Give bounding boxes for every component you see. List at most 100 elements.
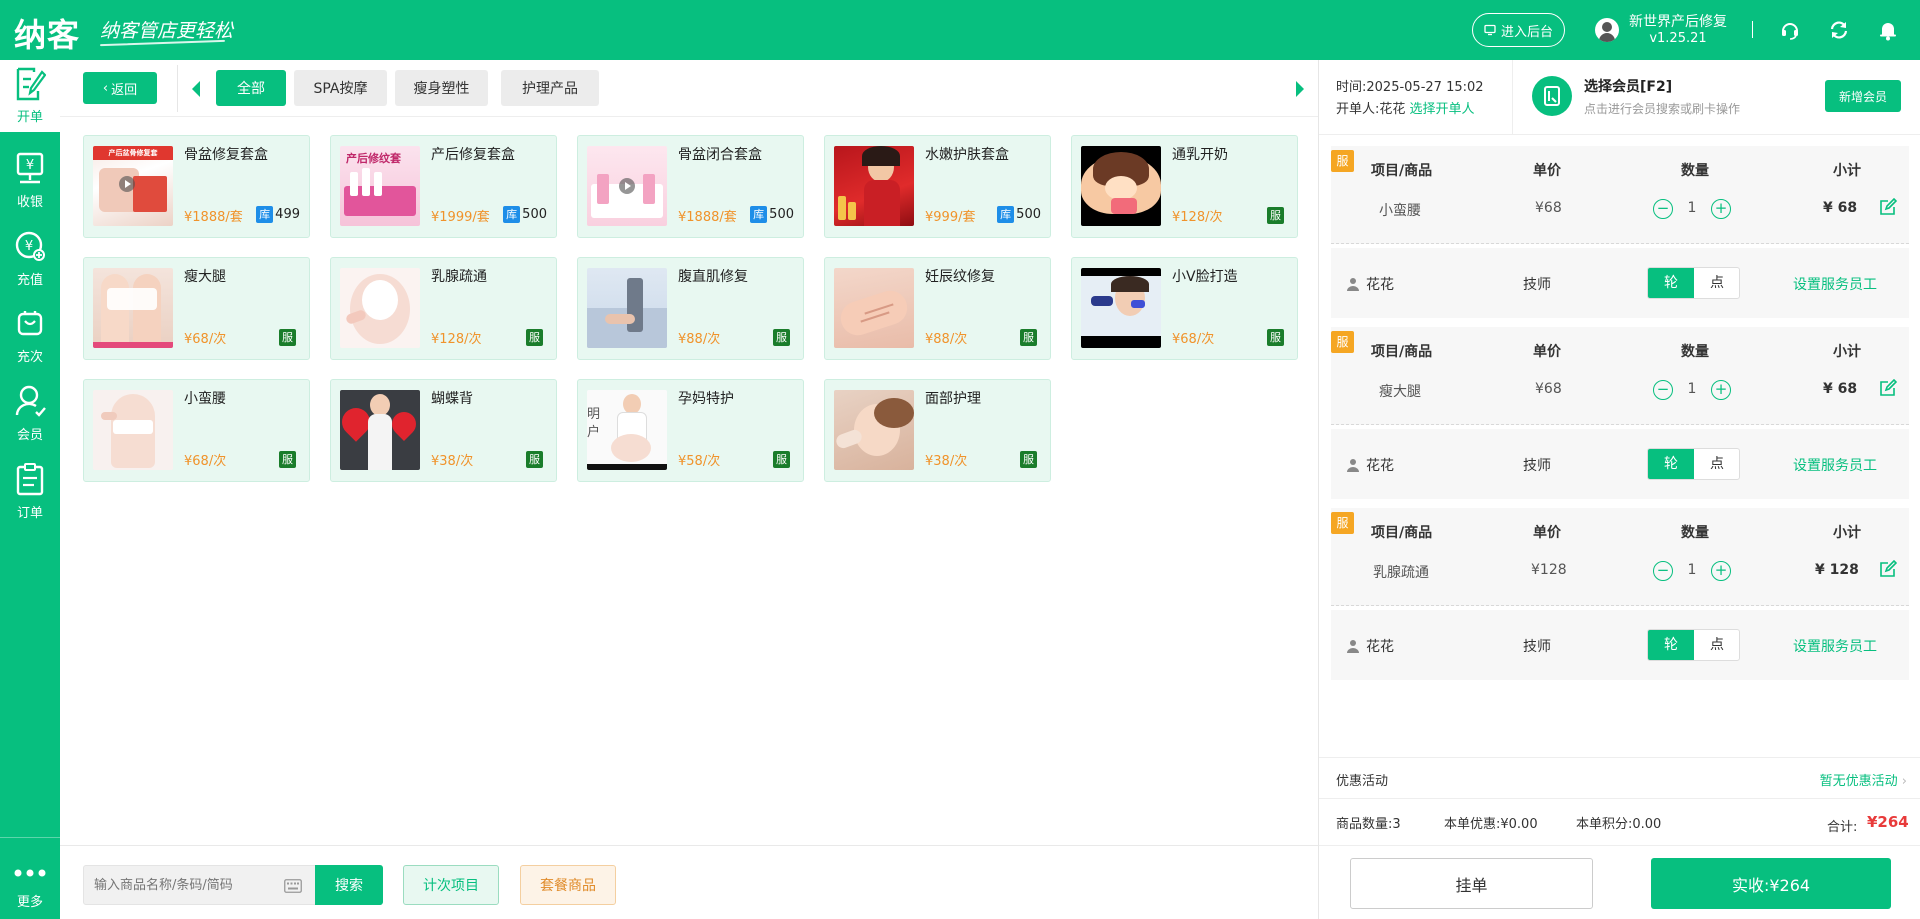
search-button[interactable]: 搜索: [315, 865, 383, 905]
promotion-row[interactable]: 优惠活动 暂无优惠活动 ›: [1319, 757, 1920, 799]
thumb-caption: 产后修纹套: [346, 152, 401, 165]
bell-icon[interactable]: [1877, 19, 1899, 41]
toggle-rotation-option[interactable]: 轮: [1648, 630, 1694, 660]
qty-minus-icon[interactable]: −: [1653, 199, 1673, 219]
product-card[interactable]: 面部护理 ¥38/次 服: [824, 379, 1051, 482]
more-icon: [14, 869, 46, 877]
qty-plus-icon[interactable]: +: [1711, 199, 1731, 219]
nav-item-cashier[interactable]: ¥ 收银: [0, 145, 60, 217]
member-card-icon[interactable]: [1532, 76, 1572, 116]
edit-icon[interactable]: [1879, 560, 1897, 578]
item-name: 乳腺疏通: [1373, 565, 1429, 581]
checkout-button[interactable]: 实收:¥264: [1651, 858, 1891, 909]
toggle-rotation-option[interactable]: 轮: [1648, 449, 1694, 479]
select-opener-link[interactable]: 选择开单人: [1410, 102, 1475, 117]
product-card[interactable]: 骨盆闭合套盒 ¥1888/套 库 500: [577, 135, 804, 238]
product-card[interactable]: 小V脸打造 ¥68/次 服: [1071, 257, 1298, 360]
product-card[interactable]: 腹直肌修复 ¥88/次 服: [577, 257, 804, 360]
scroll-right-arrow-icon[interactable]: [1296, 81, 1304, 97]
stock-badge: 库: [256, 206, 274, 223]
nav-item-recharge[interactable]: ¥ 充值: [0, 223, 60, 295]
product-thumbnail: [1081, 268, 1161, 348]
new-member-button[interactable]: 新增会员: [1825, 80, 1901, 112]
edit-order-icon: [16, 67, 46, 101]
product-card[interactable]: 妊辰纹修复 ¥88/次 服: [824, 257, 1051, 360]
column-item-header: 项目/商品: [1371, 344, 1433, 360]
combo-products-button[interactable]: 套餐商品: [520, 865, 616, 905]
set-service-staff-link[interactable]: 设置服务员工: [1793, 455, 1877, 475]
recharge-times-icon: [17, 311, 43, 336]
service-badge: 服: [1020, 451, 1037, 468]
nav-item-open-order[interactable]: 开单: [0, 60, 60, 132]
rotation-toggle: 轮 点: [1647, 448, 1740, 480]
total-label: 合计:: [1827, 820, 1858, 835]
column-price-header: 单价: [1533, 163, 1561, 179]
product-card[interactable]: 瘦大腿 ¥68/次 服: [83, 257, 310, 360]
tab-care-products[interactable]: 护理产品: [501, 70, 599, 106]
nav-item-more[interactable]: 更多: [0, 845, 60, 917]
refresh-icon[interactable]: [1828, 19, 1850, 41]
service-badge: 服: [279, 451, 296, 468]
product-stock: 库 499: [256, 206, 300, 223]
product-card[interactable]: 产后修纹套 产后修复套盒 ¥1999/套 库 500: [330, 135, 557, 238]
promotion-value-text: 暂无优惠活动: [1819, 774, 1898, 789]
column-qty-header: 数量: [1681, 163, 1709, 179]
qty-value[interactable]: 1: [1682, 381, 1702, 397]
staff-row: 花花 技师 轮 点 设置服务员工: [1331, 429, 1909, 499]
enter-backend-button[interactable]: 进入后台: [1472, 13, 1565, 47]
product-name: 通乳开奶: [1172, 147, 1228, 163]
product-card[interactable]: 小蛮腰 ¥68/次 服: [83, 379, 310, 482]
toggle-appoint-option[interactable]: 点: [1694, 449, 1740, 479]
qty-minus-icon[interactable]: −: [1653, 561, 1673, 581]
promotion-value[interactable]: 暂无优惠活动 ›: [1820, 770, 1907, 789]
edit-icon[interactable]: [1879, 198, 1897, 216]
nav-item-recharge-times[interactable]: 充次: [0, 300, 60, 372]
service-badge: 服: [1267, 207, 1284, 224]
keyboard-icon[interactable]: [284, 879, 302, 893]
staff-row: 花花 技师 轮 点 设置服务员工: [1331, 248, 1909, 318]
customer-service-icon[interactable]: [1779, 19, 1801, 41]
product-name: 蝴蝶背: [431, 391, 473, 407]
item-price: ¥128: [1531, 562, 1567, 578]
product-card[interactable]: 明户 孕妈特护 ¥58/次 服: [577, 379, 804, 482]
select-member-title[interactable]: 选择会员[F2]: [1584, 76, 1672, 96]
monitor-icon: [1484, 24, 1496, 36]
chevron-right-icon: ›: [1897, 774, 1907, 789]
product-card[interactable]: 蝴蝶背 ¥38/次 服: [330, 379, 557, 482]
user-avatar[interactable]: [1595, 18, 1619, 42]
search-input[interactable]: [94, 874, 274, 896]
toggle-appoint-option[interactable]: 点: [1694, 268, 1740, 298]
product-price: ¥128/次: [431, 332, 482, 347]
nav-label: 订单: [16, 506, 43, 521]
tab-all[interactable]: 全部: [216, 70, 286, 106]
set-service-staff-link[interactable]: 设置服务员工: [1793, 274, 1877, 294]
product-card[interactable]: 乳腺疏通 ¥128/次 服: [330, 257, 557, 360]
qty-plus-icon[interactable]: +: [1711, 380, 1731, 400]
column-qty-header: 数量: [1681, 344, 1709, 360]
toggle-appoint-option[interactable]: 点: [1694, 630, 1740, 660]
edit-icon[interactable]: [1879, 379, 1897, 397]
product-price: ¥58/次: [678, 454, 721, 469]
back-button[interactable]: ‹ 返回: [83, 72, 157, 104]
tab-slimming[interactable]: 瘦身塑性: [395, 70, 488, 106]
nav-item-member[interactable]: 会员: [0, 378, 60, 450]
qty-value[interactable]: 1: [1682, 562, 1702, 578]
stock-count: 500: [522, 207, 547, 222]
set-service-staff-link[interactable]: 设置服务员工: [1793, 636, 1877, 656]
toggle-rotation-option[interactable]: 轮: [1648, 268, 1694, 298]
scroll-left-arrow-icon[interactable]: [192, 81, 200, 97]
count-items-button[interactable]: 计次项目: [403, 865, 499, 905]
nav-item-orders[interactable]: 订单: [0, 456, 60, 528]
qty-plus-icon[interactable]: +: [1711, 561, 1731, 581]
info-separator: [1512, 60, 1513, 135]
product-card[interactable]: 水嫩护肤套盒 ¥999/套 库 500: [824, 135, 1051, 238]
qty-minus-icon[interactable]: −: [1653, 380, 1673, 400]
product-card[interactable]: 产后盆骨修复套 骨盆修复套盒 ¥1888/套 库 499: [83, 135, 310, 238]
column-price-header: 单价: [1533, 344, 1561, 360]
tab-spa-massage[interactable]: SPA按摩: [294, 70, 387, 106]
service-badge: 服: [773, 329, 790, 346]
qty-value[interactable]: 1: [1682, 200, 1702, 216]
order-item-row: 服 项目/商品 单价 数量 小计 小蛮腰 ¥68 − 1 + ¥ 68: [1331, 146, 1909, 244]
hold-order-button[interactable]: 挂单: [1350, 858, 1593, 909]
product-card[interactable]: 通乳开奶 ¥128/次 服: [1071, 135, 1298, 238]
